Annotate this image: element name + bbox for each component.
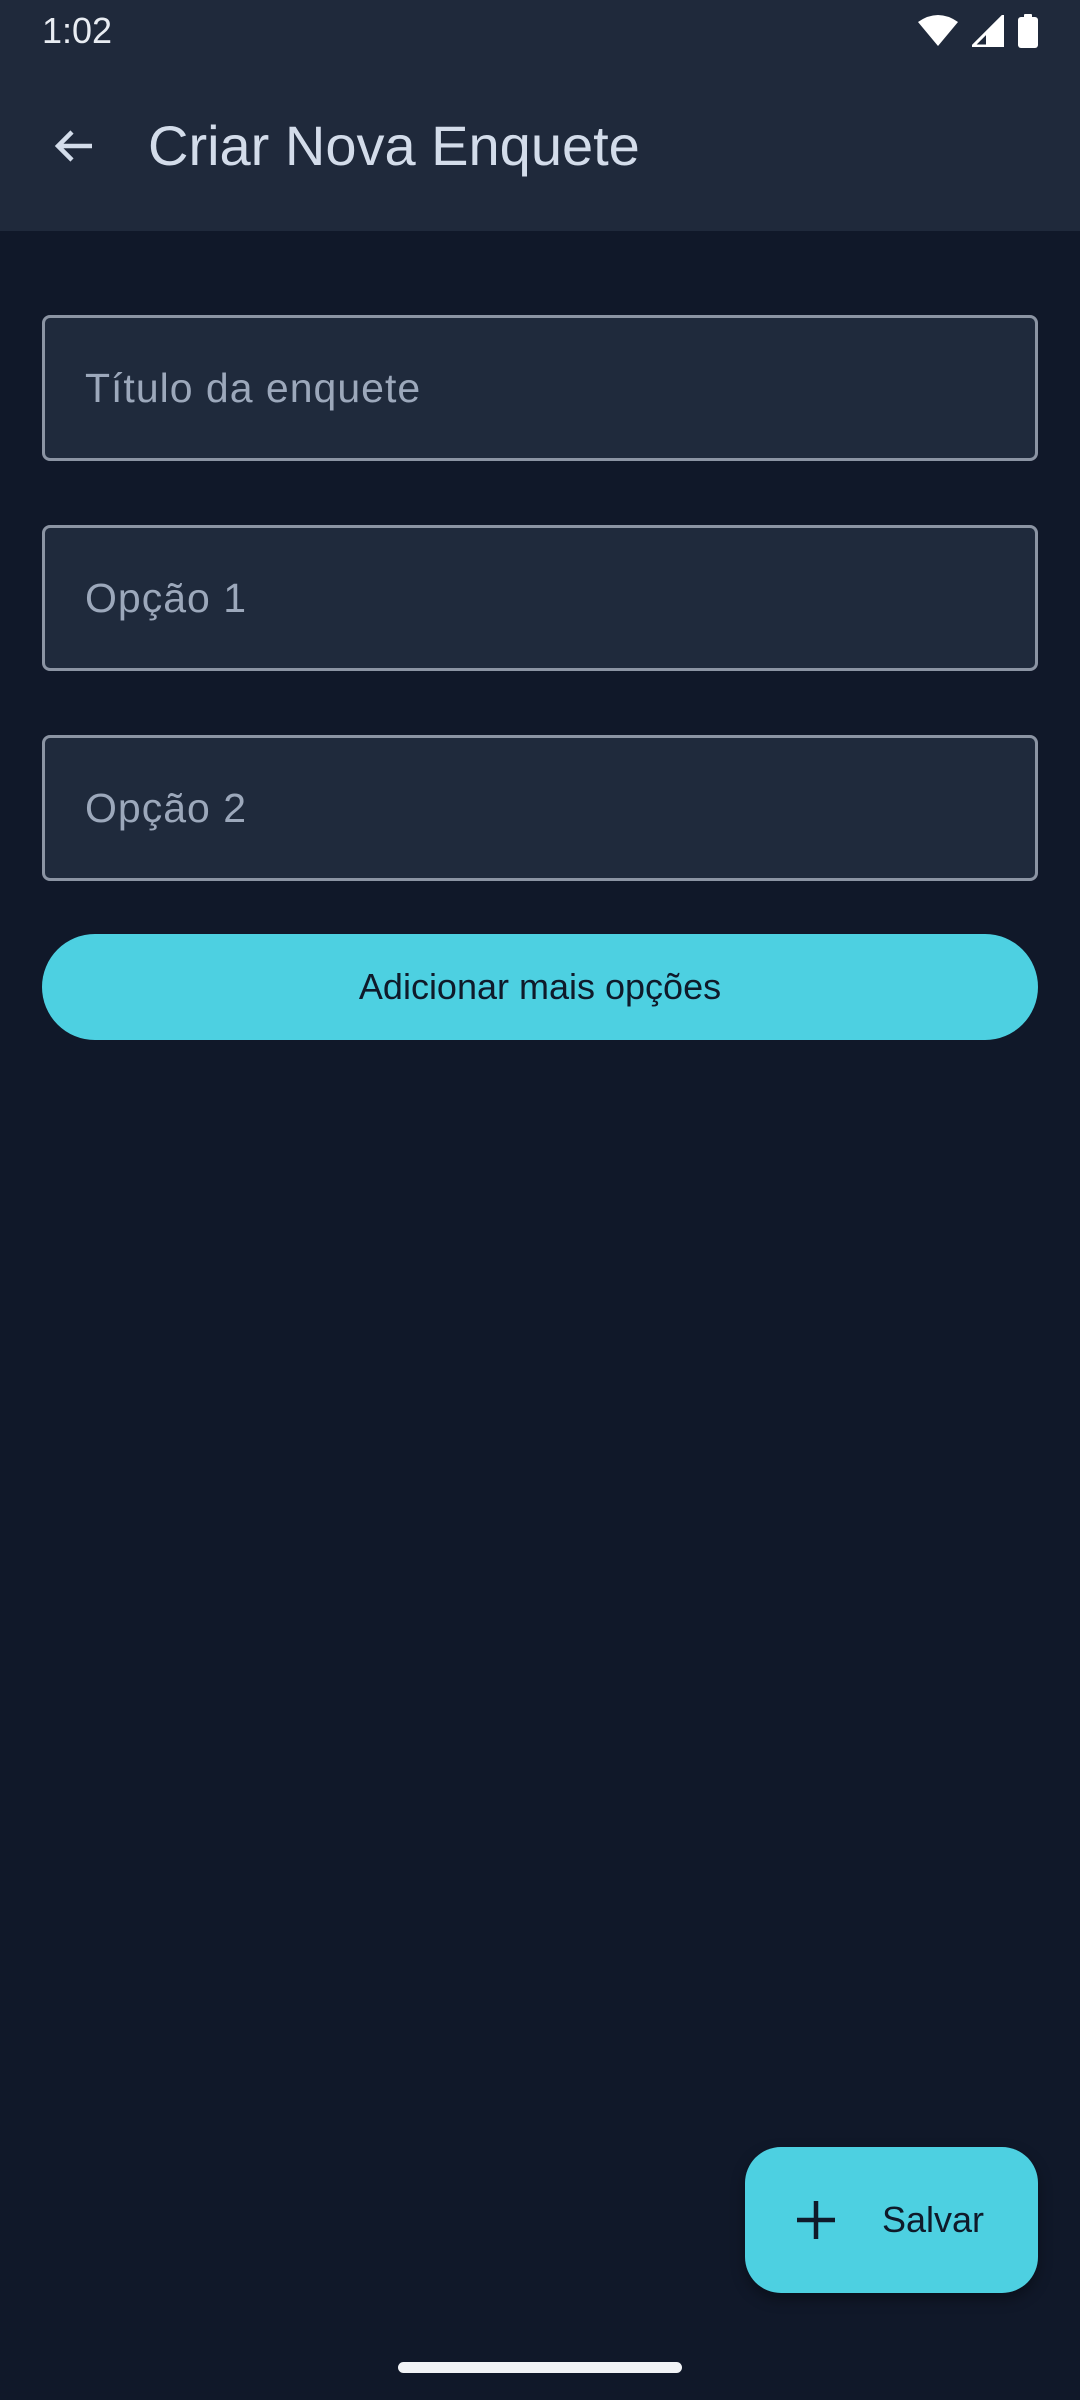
status-icons bbox=[918, 12, 1038, 50]
status-bar: 1:02 bbox=[0, 0, 1080, 62]
create-poll-screen: 1:02 Criar Nova Enquete Título da enquet… bbox=[0, 0, 1080, 2400]
wifi-icon bbox=[918, 15, 958, 47]
save-fab[interactable]: Salvar bbox=[745, 2147, 1038, 2293]
signal-icon bbox=[972, 15, 1004, 47]
option-2-field[interactable] bbox=[42, 735, 1038, 881]
app-bar: Criar Nova Enquete bbox=[0, 62, 1080, 231]
top-bar: 1:02 Criar Nova Enquete bbox=[0, 0, 1080, 231]
back-button[interactable] bbox=[30, 102, 118, 190]
arrow-left-icon bbox=[54, 130, 92, 162]
add-more-options-button[interactable]: Adicionar mais opções bbox=[42, 934, 1038, 1040]
status-time: 1:02 bbox=[42, 10, 113, 51]
option-1-input[interactable] bbox=[45, 528, 1035, 668]
option-2-input[interactable] bbox=[45, 738, 1035, 878]
add-more-options-label: Adicionar mais opções bbox=[358, 966, 722, 1007]
option-1-field[interactable] bbox=[42, 525, 1038, 671]
home-indicator[interactable] bbox=[398, 2362, 682, 2373]
save-label: Salvar bbox=[882, 2199, 985, 2240]
page-title: Criar Nova Enquete bbox=[148, 114, 640, 177]
battery-icon bbox=[1018, 14, 1038, 48]
plus-icon bbox=[797, 2201, 835, 2239]
poll-title-input[interactable] bbox=[45, 318, 1035, 458]
poll-title-field[interactable] bbox=[42, 315, 1038, 461]
